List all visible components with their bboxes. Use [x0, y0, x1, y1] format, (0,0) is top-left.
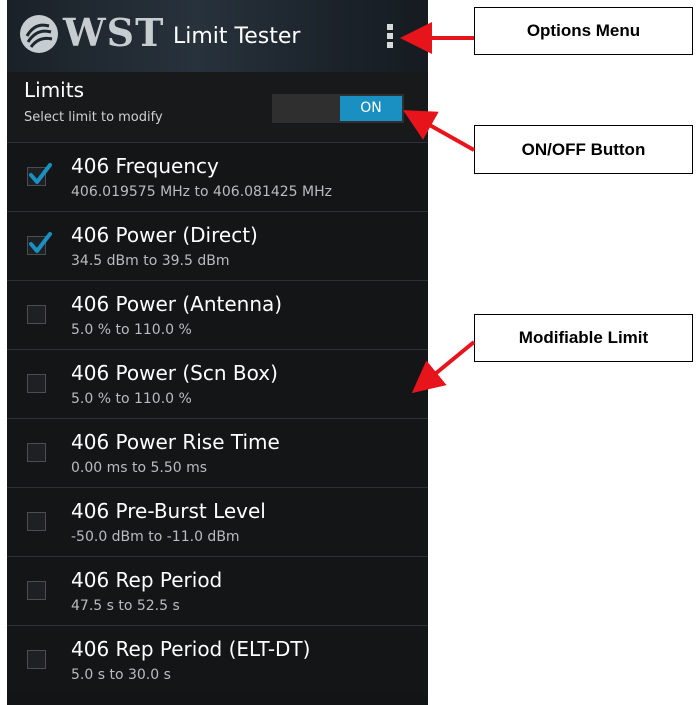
limit-name: 406 Frequency	[71, 154, 219, 178]
limit-range: 406.019575 MHz to 406.081425 MHz	[71, 184, 332, 200]
limit-row[interactable]: 406 Rep Period 47.5 s to 52.5 s	[7, 556, 428, 625]
limit-name: 406 Power (Direct)	[71, 223, 258, 247]
limit-checkbox[interactable]	[27, 232, 52, 255]
phone-screen: WST Limit Tester Limits Select limit to …	[7, 0, 428, 705]
limit-checkbox[interactable]	[27, 305, 46, 324]
limit-range: 47.5 s to 52.5 s	[71, 598, 180, 614]
limits-header: Limits Select limit to modify ON	[7, 72, 428, 142]
overflow-menu-icon[interactable]	[385, 24, 395, 54]
limit-range: -50.0 dBm to -11.0 dBm	[71, 529, 240, 545]
limit-checkbox[interactable]	[27, 443, 46, 462]
logo-text: WST	[63, 10, 165, 55]
limits-title: Limits	[24, 78, 84, 102]
callout-options-menu: Options Menu	[474, 7, 693, 55]
limit-row[interactable]: 406 Power (Direct) 34.5 dBm to 39.5 dBm	[7, 211, 428, 280]
limit-row[interactable]: 406 Power Rise Time 0.00 ms to 5.50 ms	[7, 418, 428, 487]
limit-name: 406 Rep Period	[71, 568, 223, 592]
limit-name: 406 Power (Scn Box)	[71, 361, 278, 385]
limit-checkbox[interactable]	[27, 650, 46, 669]
limit-name: 406 Power Rise Time	[71, 430, 280, 454]
app-title: Limit Tester	[173, 24, 301, 49]
limit-checkbox[interactable]	[27, 374, 46, 393]
limit-name: 406 Power (Antenna)	[71, 292, 283, 316]
on-off-toggle[interactable]: ON	[272, 94, 404, 123]
limit-row[interactable]: 406 Power (Scn Box) 5.0 % to 110.0 %	[7, 349, 428, 418]
limit-name: 406 Pre-Burst Level	[71, 499, 266, 523]
callout-on-off-button: ON/OFF Button	[474, 125, 693, 174]
limit-checkbox[interactable]	[27, 512, 46, 531]
toggle-on-label: ON	[340, 96, 402, 121]
limit-range: 0.00 ms to 5.50 ms	[71, 460, 208, 476]
limit-row[interactable]: 406 Frequency 406.019575 MHz to 406.08142…	[7, 142, 428, 211]
limit-checkbox[interactable]	[27, 581, 46, 600]
limits-list: 406 Frequency 406.019575 MHz to 406.08142…	[7, 142, 428, 694]
limit-row[interactable]: 406 Power (Antenna) 5.0 % to 110.0 %	[7, 280, 428, 349]
limit-range: 5.0 % to 110.0 %	[71, 391, 192, 407]
callout-modifiable-limit: Modifiable Limit	[474, 314, 693, 362]
limit-checkbox[interactable]	[27, 163, 52, 186]
limits-subtitle: Select limit to modify	[24, 110, 163, 125]
checkmark-icon	[29, 163, 52, 184]
limit-name: 406 Rep Period (ELT-DT)	[71, 637, 311, 661]
limit-range: 5.0 s to 30.0 s	[71, 667, 171, 683]
wst-logo-icon	[20, 15, 58, 53]
action-bar: WST Limit Tester	[7, 0, 428, 72]
limit-range: 34.5 dBm to 39.5 dBm	[71, 253, 230, 269]
limit-row[interactable]: 406 Rep Period (ELT-DT) 5.0 s to 30.0 s	[7, 625, 428, 694]
limit-row[interactable]: 406 Pre-Burst Level -50.0 dBm to -11.0 dB…	[7, 487, 428, 556]
limit-range: 5.0 % to 110.0 %	[71, 322, 192, 338]
checkmark-icon	[29, 232, 52, 253]
